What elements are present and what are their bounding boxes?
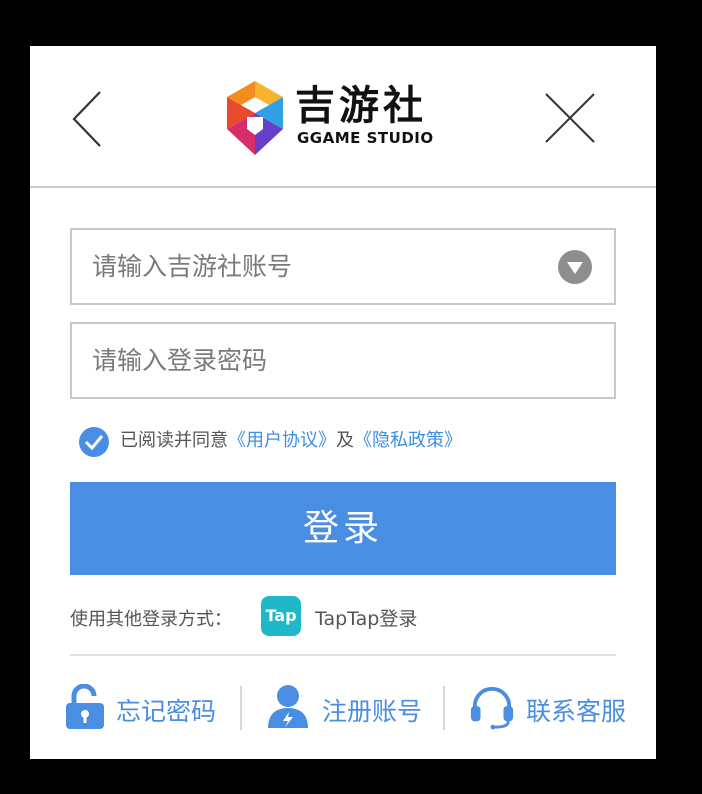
ggame-logo-icon bbox=[227, 81, 283, 155]
back-arrow-icon bbox=[72, 91, 101, 147]
user-agreement-link[interactable]: 《用户协议》 bbox=[228, 430, 336, 451]
login-button[interactable]: 登录 bbox=[70, 482, 616, 575]
logo: 吉游社 GGAME STUDIO bbox=[225, 79, 465, 159]
dialog-header: 吉游社 GGAME STUDIO bbox=[30, 46, 656, 188]
agreement-checkbox[interactable] bbox=[78, 426, 110, 458]
taptap-login-label: TapTap登录 bbox=[315, 608, 418, 630]
agreement-conjunction: 及 bbox=[336, 430, 354, 451]
dropdown-icon bbox=[558, 250, 592, 284]
back-button[interactable] bbox=[68, 88, 108, 150]
logo-subtitle: GGAME STUDIO bbox=[297, 129, 434, 147]
taptap-login-button[interactable]: Tap TapTap登录 bbox=[261, 595, 441, 637]
other-login-row: 使用其他登录方式： Tap TapTap登录 bbox=[70, 595, 616, 639]
forgot-password-link[interactable]: 忘记密码 bbox=[64, 684, 244, 734]
footer-separator bbox=[240, 686, 242, 730]
password-input[interactable] bbox=[92, 324, 552, 397]
user-icon bbox=[268, 685, 308, 728]
unlock-icon bbox=[66, 684, 104, 729]
divider bbox=[70, 654, 616, 656]
agreement-prefix: 已阅读并同意 bbox=[120, 430, 228, 451]
taptap-icon: Tap bbox=[261, 596, 301, 636]
checkmark-icon bbox=[79, 427, 109, 457]
privacy-policy-link[interactable]: 《隐私政策》 bbox=[354, 430, 462, 451]
register-link[interactable]: 注册账号 bbox=[266, 684, 446, 734]
close-icon bbox=[545, 93, 595, 143]
password-field bbox=[70, 322, 616, 399]
account-dropdown-button[interactable] bbox=[558, 250, 592, 284]
account-field bbox=[70, 228, 616, 305]
other-login-label: 使用其他登录方式： bbox=[70, 609, 232, 630]
close-button[interactable] bbox=[542, 90, 598, 146]
logo-title: 吉游社 bbox=[295, 83, 427, 129]
contact-support-label: 联系客服 bbox=[526, 697, 627, 726]
forgot-password-label: 忘记密码 bbox=[116, 697, 217, 726]
account-input[interactable] bbox=[92, 230, 552, 303]
agreement-text: 已阅读并同意《用户协议》及《隐私政策》 bbox=[120, 429, 462, 453]
agreement-row: 已阅读并同意《用户协议》及《隐私政策》 bbox=[78, 424, 618, 458]
contact-support-link[interactable]: 联系客服 bbox=[470, 684, 650, 734]
login-dialog: 吉游社 GGAME STUDIO 已阅读并同意《用户协 bbox=[30, 46, 656, 759]
headset-icon bbox=[470, 686, 514, 730]
register-label: 注册账号 bbox=[322, 697, 423, 726]
footer-separator bbox=[443, 686, 445, 730]
